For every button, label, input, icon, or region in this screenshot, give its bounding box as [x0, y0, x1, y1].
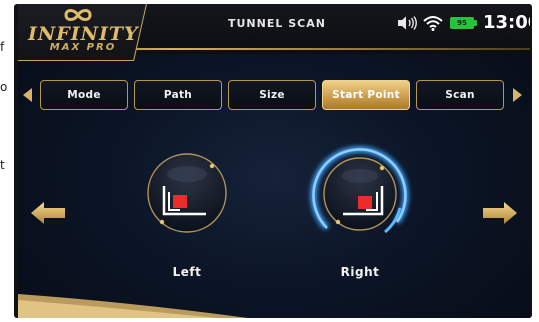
tab-scan[interactable]: Scan [416, 80, 504, 110]
decorative-swoosh [18, 294, 248, 318]
start-point-right-option[interactable]: Right [305, 146, 415, 287]
device-screen: INFINITY MAX PRO TUNNEL SCAN 95 13:00 [18, 4, 530, 318]
arrow-left-icon[interactable] [30, 200, 66, 226]
device-frame: INFINITY MAX PRO TUNNEL SCAN 95 13:00 [14, 4, 532, 318]
tab-size[interactable]: Size [228, 80, 316, 110]
tab-start-point[interactable]: Start Point [322, 80, 410, 110]
page-edge: f o t [0, 0, 14, 322]
tab-scroll-left-icon[interactable] [23, 88, 32, 102]
start-left-icon [147, 153, 227, 233]
tab-mode[interactable]: Mode [40, 80, 128, 110]
tab-bar: Mode Path Size Start Point Scan [18, 74, 530, 110]
start-point-left-option[interactable]: Left [132, 152, 242, 287]
start-point-right-label: Right [340, 265, 380, 279]
battery-level: 95 [457, 19, 467, 27]
edge-character: t [0, 158, 5, 172]
screen-title: TUNNEL SCAN [228, 17, 326, 30]
start-point-left-label: Left [172, 265, 202, 279]
infinity-icon [64, 9, 92, 21]
battery-cap [474, 20, 477, 26]
clock: 13:00 [483, 12, 530, 33]
edge-character: o [0, 80, 8, 94]
arrow-right-icon[interactable] [482, 200, 518, 226]
battery-icon: 95 [450, 17, 474, 29]
wifi-icon [423, 16, 443, 31]
tab-path[interactable]: Path [134, 80, 222, 110]
edge-character: f [0, 40, 5, 54]
header-bar: INFINITY MAX PRO TUNNEL SCAN 95 13:00 [18, 4, 530, 61]
tab-scroll-right-icon[interactable] [513, 88, 522, 102]
start-right-icon [310, 146, 409, 234]
speaker-volume-icon [398, 16, 417, 30]
logo-subtitle: MAX PRO [49, 42, 117, 53]
